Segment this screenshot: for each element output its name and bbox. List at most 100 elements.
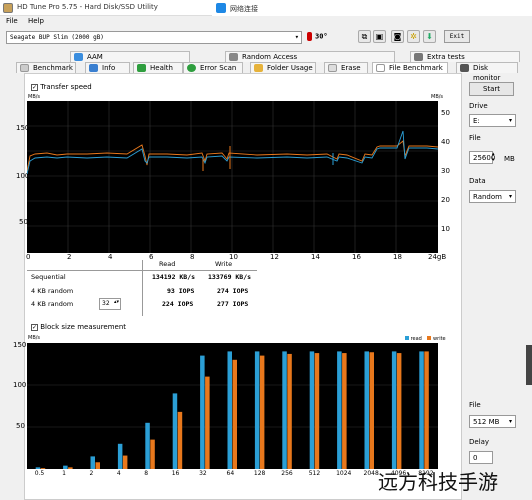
bar-write <box>342 353 347 469</box>
y-unit-left: MB/s <box>28 94 41 100</box>
row-read: 93 IOPS <box>167 287 195 295</box>
tab-row-top: AAM Random Access Extra tests <box>0 51 532 62</box>
transfer-speed-checkbox[interactable]: ✓ <box>31 83 38 91</box>
health-icon <box>137 64 146 72</box>
tab-aam[interactable]: AAM <box>70 51 190 62</box>
block-file-select[interactable]: 512 MB ▾ <box>469 415 516 428</box>
row-label: 4 KB random <box>31 300 74 308</box>
block-x-tick: 16 <box>171 470 180 477</box>
block-x-tick: 128 <box>253 470 266 477</box>
delay-input[interactable]: 0 <box>469 451 493 464</box>
chevron-down-icon: ▾ <box>508 418 512 425</box>
overlapping-title: 网络连接 <box>230 5 258 13</box>
bar-read <box>90 456 95 469</box>
block-file-label: File <box>469 401 481 409</box>
bar-read <box>391 351 397 469</box>
block-size-checkbox[interactable]: ✓ <box>31 323 38 331</box>
file-size-input[interactable]: 25600 <box>469 151 495 164</box>
options-button[interactable]: ✲ <box>407 30 420 43</box>
window-title: HD Tune Pro 5.75 - Hard Disk/SSD Utility <box>17 3 158 11</box>
bar-write <box>259 355 265 469</box>
row-write: 133769 KB/s <box>208 273 252 281</box>
extra-tests-icon <box>414 53 423 61</box>
menu-file[interactable]: File <box>6 17 18 25</box>
random-access-icon <box>229 53 238 61</box>
block-bars <box>35 351 429 469</box>
drive-label: Drive <box>469 102 488 110</box>
bar-write <box>40 468 46 469</box>
read-speed-line <box>27 130 438 175</box>
menu-help[interactable]: Help <box>28 17 44 25</box>
drive-select[interactable]: E: ▾ <box>469 114 516 127</box>
exit-button[interactable]: Exit <box>444 30 470 43</box>
monitor-icon <box>460 64 469 72</box>
block-size-checkbox-row[interactable]: ✓ Block size measurement <box>31 323 126 331</box>
stepper-arrows-icon[interactable]: ▴▾ <box>114 299 119 305</box>
file-icon <box>376 64 385 72</box>
copy-icon: ⧉ <box>361 32 368 41</box>
camera-icon: ◙ <box>393 32 402 41</box>
bar-write <box>287 353 292 469</box>
speaker-icon <box>74 53 83 61</box>
copy-text-button[interactable]: ⧉ <box>358 30 371 43</box>
tab-error-scan[interactable]: Error Scan <box>183 62 243 73</box>
tab-random-access[interactable]: Random Access <box>225 51 395 62</box>
tab-disk-monitor[interactable]: Disk monitor <box>456 62 518 82</box>
bar-read <box>145 422 150 469</box>
tab-info[interactable]: Info <box>85 62 130 73</box>
tab-health[interactable]: Health <box>133 62 183 73</box>
bar-write <box>177 411 183 469</box>
info-icon <box>89 64 98 72</box>
bar-read <box>364 351 369 469</box>
menu-bar: File Help <box>0 16 532 27</box>
legend-read: read <box>410 336 422 342</box>
save-button[interactable]: ◙ <box>391 30 404 43</box>
title-bar: HD Tune Pro 5.75 - Hard Disk/SSD Utility… <box>0 0 532 16</box>
copy-image-button[interactable]: ▣ <box>373 30 386 43</box>
tab-erase[interactable]: Erase <box>324 62 368 73</box>
bar-write <box>205 376 210 469</box>
watermark-text: 远方科技手游 <box>378 470 498 494</box>
chevron-down-icon: ▾ <box>508 193 512 200</box>
row-read: 224 IOPS <box>162 300 194 308</box>
block-y-tick-100: 100 <box>13 381 27 389</box>
data-select[interactable]: Random ▾ <box>469 190 516 203</box>
bar-read <box>117 443 123 469</box>
block-y-tick-50: 50 <box>16 422 25 430</box>
tab-benchmark[interactable]: Benchmark <box>16 62 76 73</box>
queue-depth-stepper[interactable]: 32 ▴▾ <box>99 298 121 310</box>
temperature: 30° <box>307 32 328 41</box>
background-window-edge <box>526 345 532 385</box>
stepper-arrows-icon[interactable]: ▴▾ <box>492 151 495 163</box>
gear-icon: ✲ <box>410 32 417 41</box>
y-tick-right-10: 10 <box>441 225 450 233</box>
download-button[interactable]: ⬇ <box>423 30 436 43</box>
delay-label: Delay <box>469 438 490 446</box>
bar-read <box>309 351 315 469</box>
header-read: Read <box>159 260 176 268</box>
bar-read <box>254 351 260 469</box>
tab-folder-usage[interactable]: Folder Usage <box>250 62 316 73</box>
block-x-tick: 32 <box>199 470 207 477</box>
file-unit: MB <box>504 155 515 163</box>
bar-read <box>337 351 342 469</box>
block-y-tick-150: 150 <box>13 341 27 349</box>
transfer-speed-label: Transfer speed <box>40 83 92 91</box>
block-size-label: Block size measurement <box>40 323 127 331</box>
transfer-speed-checkbox-row[interactable]: ✓ Transfer speed <box>31 83 92 91</box>
block-x-tick: 2048 <box>363 470 379 477</box>
block-x-tick: 1024 <box>336 470 352 477</box>
row-label: 4 KB random <box>31 287 74 295</box>
tab-extra-tests[interactable]: Extra tests <box>410 51 520 62</box>
block-x-tick: 64 <box>226 470 235 477</box>
bar-write <box>424 351 429 469</box>
block-x-tick: 8 <box>144 470 149 477</box>
disk-select[interactable]: Seagate BUP Slim (2000 gB) ▾ <box>6 31 302 44</box>
bar-write <box>396 353 402 469</box>
tab-file-benchmark[interactable]: File Benchmark <box>372 62 448 73</box>
block-y-unit: MB/s <box>28 335 41 341</box>
start-button[interactable]: Start <box>469 82 514 96</box>
bar-read <box>35 467 41 469</box>
image-icon: ▣ <box>375 32 384 41</box>
bar-write <box>369 352 374 469</box>
